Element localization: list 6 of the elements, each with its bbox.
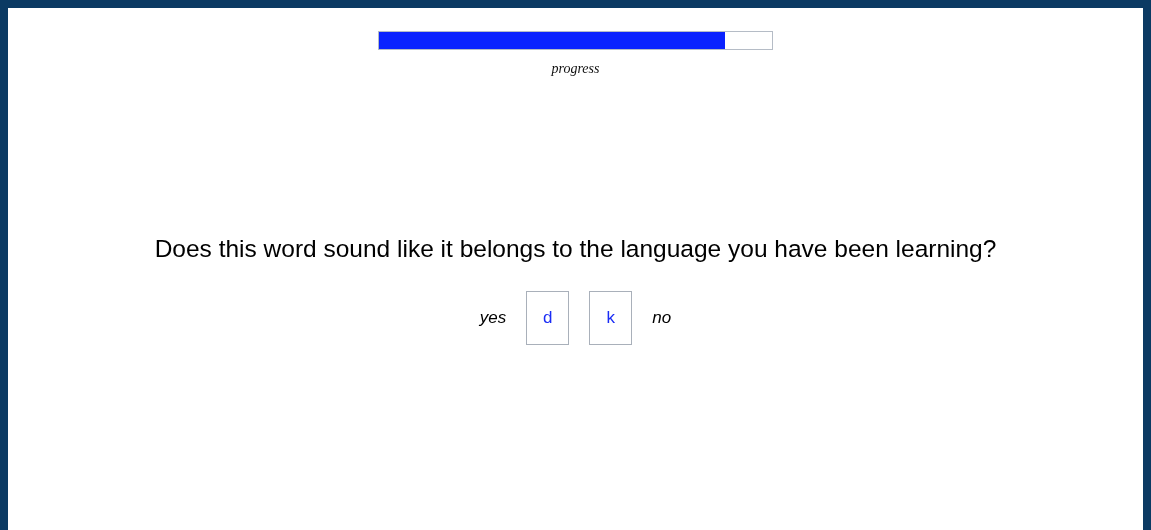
- no-label: no: [652, 308, 672, 328]
- yes-label: yes: [479, 308, 507, 328]
- question-text: Does this word sound like it belongs to the language you have been learning?: [154, 235, 997, 263]
- progress-label: progress: [551, 61, 600, 77]
- response-key[interactable]: d: [526, 291, 570, 345]
- response-key[interactable]: k: [589, 291, 633, 345]
